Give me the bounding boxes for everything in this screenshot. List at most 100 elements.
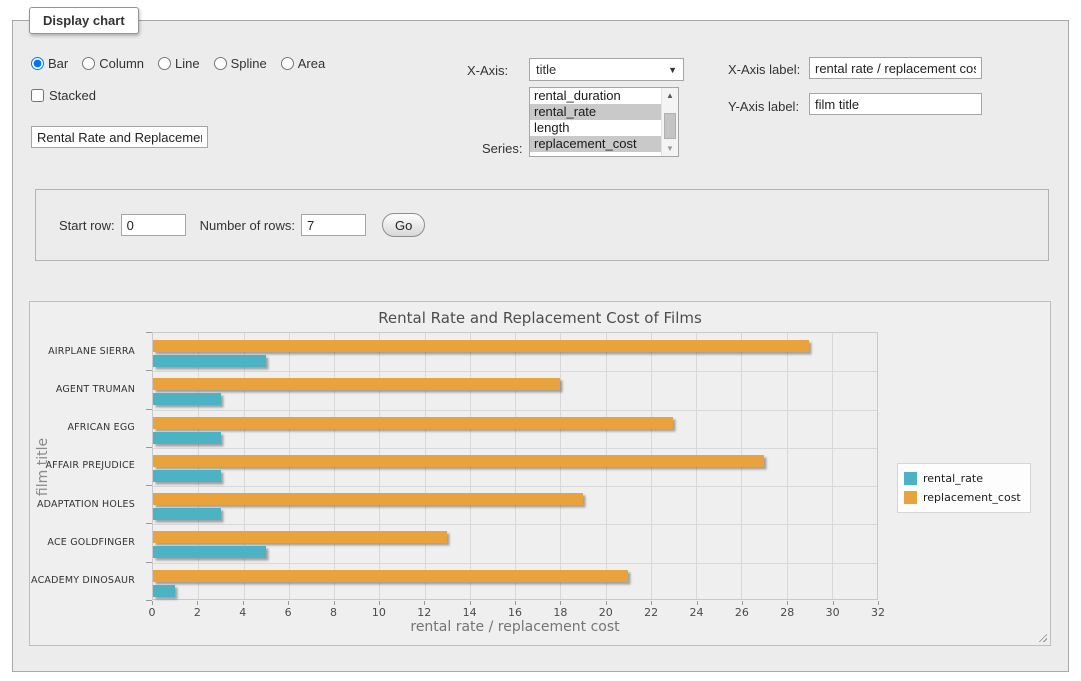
bar-replacement_cost <box>153 417 673 429</box>
chart-title: Rental Rate and Replacement Cost of Film… <box>30 309 1050 327</box>
x-tick-label: 6 <box>285 606 292 619</box>
category-label: AFFAIR PREJUDICE <box>30 447 144 485</box>
x-tick-mark <box>515 601 516 605</box>
bar-replacement_cost <box>153 378 560 390</box>
chart-type-label: Line <box>175 56 200 71</box>
x-tick-mark <box>742 601 743 605</box>
gridline-horizontal <box>153 410 877 411</box>
chart-title-input[interactable] <box>31 126 208 148</box>
series-listbox[interactable]: rental_durationrental_ratelengthreplacem… <box>529 87 679 157</box>
gridline-vertical <box>832 333 833 599</box>
y-axis-label-input[interactable] <box>809 93 982 115</box>
start-row-label: Start row: <box>59 218 115 233</box>
legend-entry-rental_rate: rental_rate <box>904 469 1021 488</box>
category-label: ACADEMY DINOSAUR <box>30 562 144 600</box>
start-row-input[interactable] <box>121 214 186 236</box>
x-tick-label: 30 <box>826 606 840 619</box>
x-tick-mark <box>379 601 380 605</box>
chart-type-radio-column[interactable] <box>82 57 95 70</box>
y-tick-mark <box>146 562 152 563</box>
num-rows-label: Number of rows: <box>200 218 295 233</box>
category-label: AIRPLANE SIERRA <box>30 332 144 370</box>
gridline-horizontal <box>153 448 877 449</box>
series-option-rental_duration[interactable]: rental_duration <box>530 88 661 104</box>
x-tick-mark <box>334 601 335 605</box>
bar-replacement_cost <box>153 570 628 582</box>
chart-type-radio-line[interactable] <box>158 57 171 70</box>
chart-type-radio-group: Bar Column Line Spline Area <box>31 56 325 71</box>
chart-type-label: Area <box>298 56 325 71</box>
bar-rental_rate <box>153 470 221 482</box>
display-chart-panel: Display chart BarColumnLineSplineArea St… <box>12 20 1069 672</box>
gridline-vertical <box>787 333 788 599</box>
bar-rental_rate <box>153 355 266 367</box>
chevron-down-icon: ▼ <box>668 65 677 75</box>
category-label: ACE GOLDFINGER <box>30 523 144 561</box>
x-tick-mark <box>288 601 289 605</box>
plot-area <box>152 332 878 600</box>
stacked-checkbox-row[interactable]: Stacked <box>31 88 96 103</box>
x-axis-title: rental rate / replacement cost <box>152 619 878 635</box>
go-button[interactable]: Go <box>382 213 425 237</box>
y-tick-mark <box>146 447 152 448</box>
x-tick-label: 16 <box>508 606 522 619</box>
chart-type-radio-bar[interactable] <box>31 57 44 70</box>
bar-rental_rate <box>153 432 221 444</box>
bar-replacement_cost <box>153 531 447 543</box>
y-tick-mark <box>146 485 152 486</box>
x-tick-mark <box>470 601 471 605</box>
x-axis-select-label: X-Axis: <box>467 63 508 78</box>
x-tick-label: 22 <box>644 606 658 619</box>
x-tick-label: 12 <box>417 606 431 619</box>
y-tick-mark <box>146 409 152 410</box>
category-label: ADAPTATION HOLES <box>30 485 144 523</box>
chart-type-option-line[interactable]: Line <box>158 56 200 71</box>
chart-type-radio-spline[interactable] <box>214 57 227 70</box>
bar-replacement_cost <box>153 455 764 467</box>
series-option-replacement_cost[interactable]: replacement_cost <box>530 136 661 152</box>
x-axis-select[interactable]: title ▼ <box>529 58 684 81</box>
scroll-up-icon[interactable]: ▲ <box>662 88 678 103</box>
chart-type-radio-area[interactable] <box>281 57 294 70</box>
bar-rental_rate <box>153 508 221 520</box>
series-scrollbar[interactable]: ▲ ▼ <box>661 88 678 156</box>
num-rows-input[interactable] <box>301 214 366 236</box>
stacked-label: Stacked <box>49 88 96 103</box>
x-tick-label: 8 <box>330 606 337 619</box>
chart-type-label: Bar <box>48 56 68 71</box>
x-tick-label: 20 <box>599 606 613 619</box>
gridline-horizontal <box>153 486 877 487</box>
series-option-length[interactable]: length <box>530 120 661 136</box>
chart-type-option-column[interactable]: Column <box>82 56 144 71</box>
y-tick-mark <box>146 332 152 333</box>
legend-label: rental_rate <box>923 472 983 485</box>
scroll-down-icon[interactable]: ▼ <box>662 141 678 156</box>
bar-rental_rate <box>153 546 266 558</box>
gridline-horizontal <box>153 524 877 525</box>
x-tick-label: 18 <box>553 606 567 619</box>
chart-type-option-bar[interactable]: Bar <box>31 56 68 71</box>
x-tick-mark <box>197 601 198 605</box>
x-tick-label: 0 <box>149 606 156 619</box>
bar-rental_rate <box>153 393 221 405</box>
x-tick-label: 14 <box>463 606 477 619</box>
x-axis-label-input[interactable] <box>809 57 982 79</box>
x-tick-mark <box>651 601 652 605</box>
panel-title: Display chart <box>29 7 139 34</box>
scrollbar-thumb[interactable] <box>664 113 676 139</box>
legend-swatch <box>904 491 917 504</box>
y-tick-mark <box>146 370 152 371</box>
x-tick-label: 4 <box>239 606 246 619</box>
x-tick-mark <box>424 601 425 605</box>
row-range-box: Start row: Number of rows: Go <box>35 189 1049 261</box>
resize-grip-icon[interactable] <box>1037 632 1047 642</box>
chart-type-option-area[interactable]: Area <box>281 56 325 71</box>
x-tick-label: 2 <box>194 606 201 619</box>
stacked-checkbox[interactable] <box>31 89 44 102</box>
x-axis-selected-value: title <box>536 62 556 77</box>
x-tick-mark <box>560 601 561 605</box>
chart-legend: rental_ratereplacement_cost <box>897 463 1031 513</box>
chart-type-option-spline[interactable]: Spline <box>214 56 267 71</box>
series-option-rental_rate[interactable]: rental_rate <box>530 104 661 120</box>
bar-replacement_cost <box>153 493 583 505</box>
